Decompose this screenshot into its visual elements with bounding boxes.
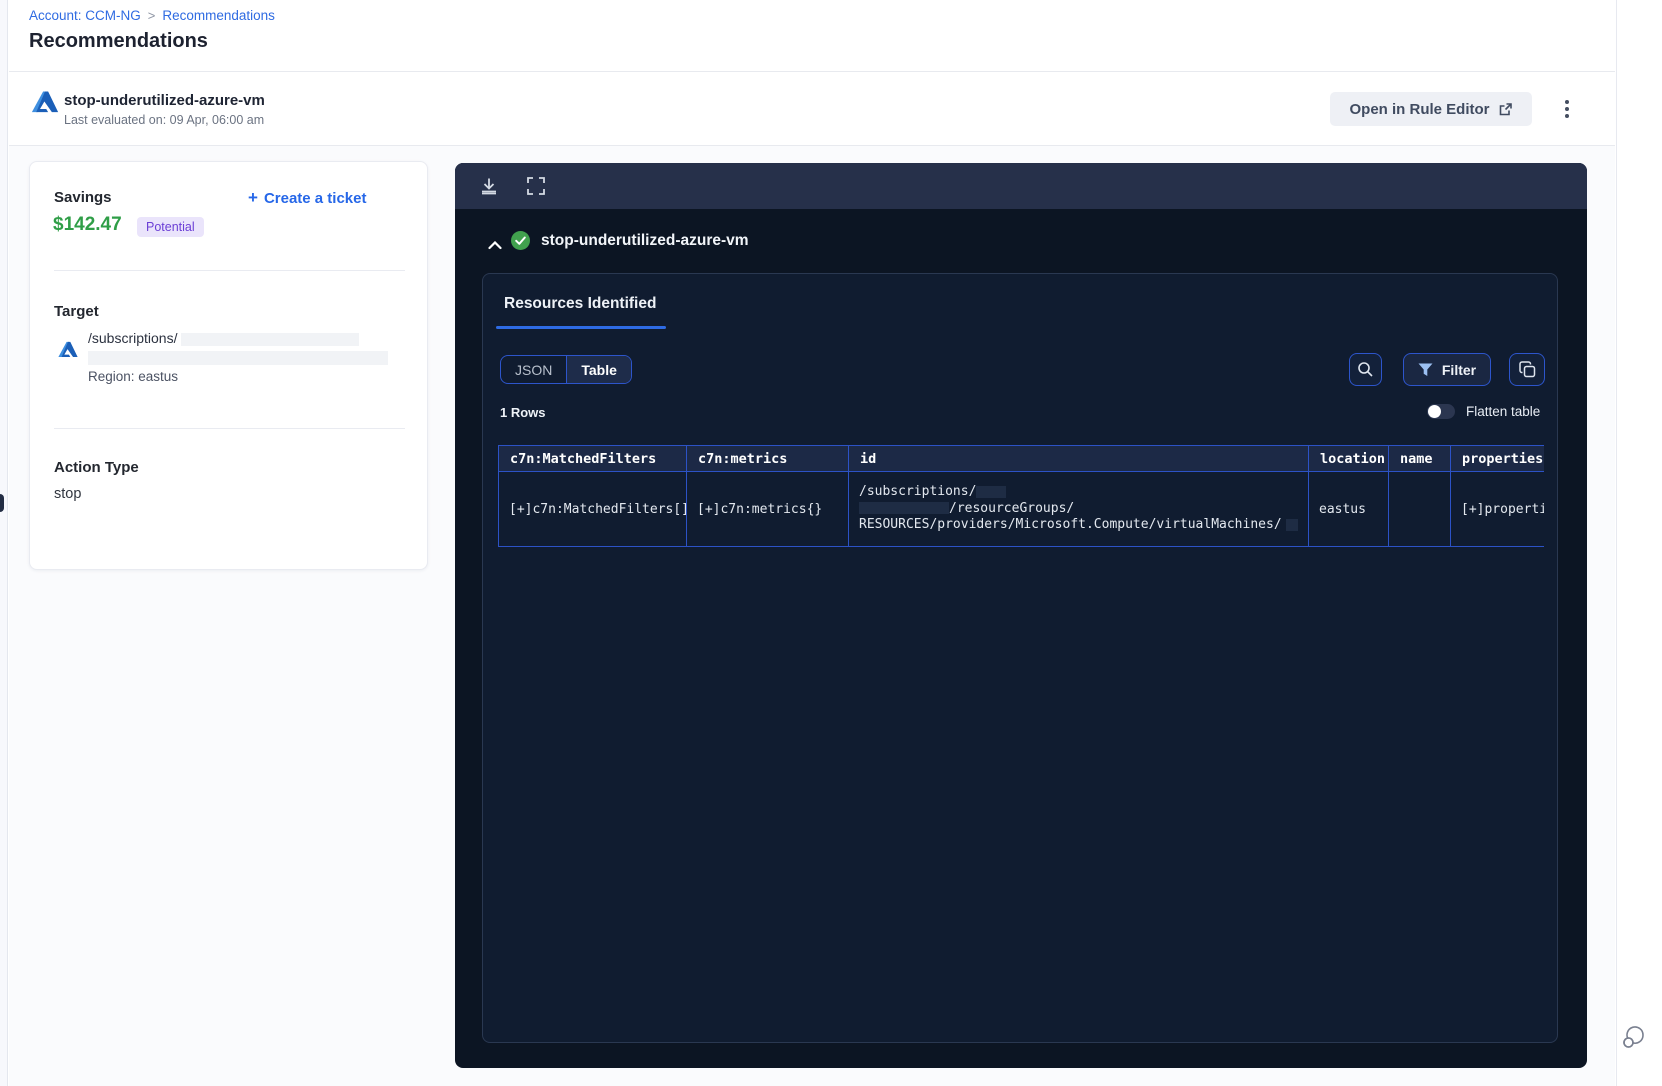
redacted-text bbox=[88, 351, 388, 365]
page: Account: CCM-NG > Recommendations Recommen… bbox=[0, 0, 1662, 1086]
divider bbox=[54, 428, 405, 429]
resources-card: Resources Identified JSON Table Filter 1… bbox=[482, 273, 1558, 1043]
open-in-rule-editor-label: Open in Rule Editor bbox=[1349, 100, 1490, 118]
divider bbox=[9, 71, 1615, 72]
redacted-text bbox=[181, 332, 360, 346]
copy-button[interactable] bbox=[1509, 353, 1545, 386]
flatten-table-control: Flatten table bbox=[1427, 404, 1540, 419]
breadcrumb-separator: > bbox=[147, 8, 156, 23]
view-toggle: JSON Table bbox=[500, 355, 632, 384]
copy-icon bbox=[1518, 361, 1535, 378]
create-ticket-button[interactable]: + Create a ticket bbox=[248, 188, 367, 208]
column-header: location bbox=[1308, 445, 1389, 472]
filter-label: Filter bbox=[1441, 361, 1477, 378]
rule-name: stop-underutilized-azure-vm bbox=[64, 92, 265, 109]
target-heading: Target bbox=[54, 303, 99, 320]
tab-resources-identified[interactable]: Resources Identified bbox=[504, 295, 656, 313]
rule-last-evaluated: Last evaluated on: 09 Apr, 06:00 am bbox=[64, 113, 265, 127]
breadcrumb-account-link[interactable]: Account: CCM-NG bbox=[29, 8, 141, 23]
filter-icon bbox=[1418, 363, 1433, 376]
collapse-chevron-up-icon[interactable] bbox=[488, 241, 502, 250]
divider bbox=[54, 270, 405, 271]
rule-execution-panel: stop-underutilized-azure-vm Resources Id… bbox=[455, 163, 1587, 1068]
more-options-button[interactable] bbox=[1557, 96, 1577, 122]
chat-help-icon[interactable] bbox=[1620, 1023, 1648, 1051]
name-cell bbox=[1388, 471, 1451, 547]
action-type-heading: Action Type bbox=[54, 459, 139, 476]
breadcrumb-current-link[interactable]: Recommendations bbox=[162, 8, 275, 23]
filter-button[interactable]: Filter bbox=[1403, 353, 1491, 386]
left-edge-sliver bbox=[0, 494, 4, 512]
column-header: c7n:MatchedFilters bbox=[498, 445, 687, 472]
external-link-icon bbox=[1499, 102, 1512, 115]
panel-toolbar bbox=[455, 163, 1587, 209]
redacted-text bbox=[976, 485, 1007, 498]
recommendation-summary-card: Savings + Create a ticket $142.47 Potenti… bbox=[29, 161, 428, 570]
resources-table: c7n:MatchedFilters c7n:metrics id locati… bbox=[498, 445, 1544, 547]
table-header-row: c7n:MatchedFilters c7n:metrics id locati… bbox=[498, 445, 1544, 472]
column-header: properties bbox=[1450, 445, 1544, 472]
azure-icon bbox=[58, 341, 78, 357]
fullscreen-icon[interactable] bbox=[527, 177, 545, 195]
location-cell: eastus bbox=[1308, 471, 1389, 547]
breadcrumb: Account: CCM-NG > Recommendations bbox=[29, 8, 275, 23]
action-type-value: stop bbox=[54, 486, 82, 502]
search-button[interactable] bbox=[1349, 353, 1382, 386]
panel-rule-title: stop-underutilized-azure-vm bbox=[541, 232, 749, 249]
left-rail bbox=[0, 0, 8, 1086]
metrics-expander[interactable]: [+]c7n:metrics{} bbox=[686, 471, 849, 547]
flatten-table-toggle[interactable] bbox=[1427, 404, 1455, 419]
target-region: Region: eastus bbox=[88, 369, 179, 384]
page-title: Recommendations bbox=[29, 30, 208, 52]
properties-expander[interactable]: [+]properties bbox=[1450, 471, 1544, 547]
column-header: name bbox=[1388, 445, 1451, 472]
azure-icon bbox=[31, 91, 59, 113]
view-toggle-json[interactable]: JSON bbox=[501, 356, 568, 383]
id-cell: /subscriptions/ /resourceGroups/ RESOURC… bbox=[848, 471, 1309, 547]
redacted-text bbox=[1285, 518, 1298, 531]
table-row: [+]c7n:MatchedFilters[] [+]c7n:metrics{}… bbox=[498, 471, 1544, 547]
plus-icon: + bbox=[248, 188, 258, 207]
potential-badge: Potential bbox=[137, 217, 204, 237]
view-toggle-table[interactable]: Table bbox=[567, 356, 631, 383]
savings-amount: $142.47 bbox=[53, 214, 122, 235]
matched-filters-expander[interactable]: [+]c7n:MatchedFilters[] bbox=[498, 471, 687, 547]
open-in-rule-editor-button[interactable]: Open in Rule Editor bbox=[1330, 92, 1532, 126]
target-path: /subscriptions/ bbox=[88, 330, 360, 346]
search-icon bbox=[1358, 362, 1373, 377]
download-icon[interactable] bbox=[479, 176, 499, 196]
right-rail bbox=[1616, 0, 1662, 1086]
divider bbox=[9, 145, 1615, 146]
success-check-icon bbox=[511, 231, 530, 250]
redacted-text bbox=[859, 502, 949, 515]
flatten-table-label: Flatten table bbox=[1466, 404, 1541, 419]
active-tab-underline bbox=[496, 326, 666, 329]
create-ticket-label: Create a ticket bbox=[263, 190, 367, 207]
resources-table-container[interactable]: c7n:MatchedFilters c7n:metrics id locati… bbox=[498, 445, 1544, 548]
savings-heading: Savings bbox=[54, 189, 112, 206]
column-header: c7n:metrics bbox=[686, 445, 849, 472]
column-header: id bbox=[848, 445, 1309, 472]
rows-count: 1 Rows bbox=[500, 405, 546, 420]
